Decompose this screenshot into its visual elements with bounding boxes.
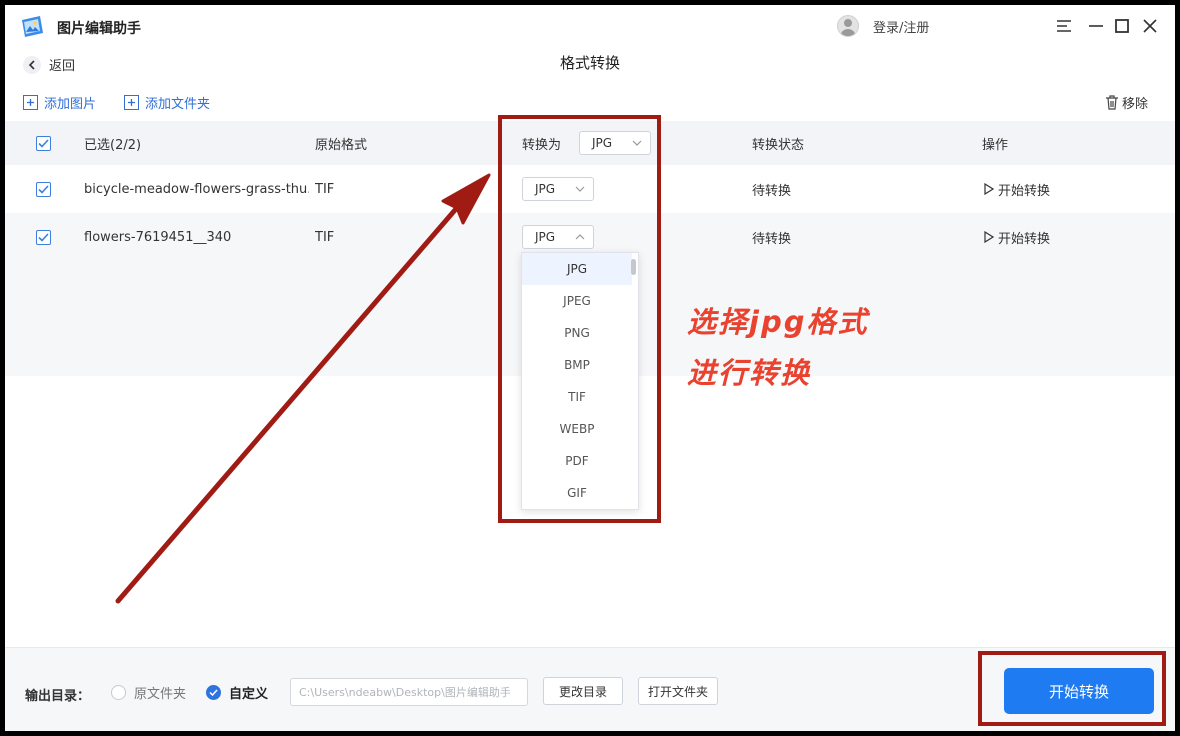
annotation-arrow-icon bbox=[115, 173, 491, 604]
annotation-text-line1: 选择jpg格式 bbox=[687, 305, 869, 339]
annotation-text-line2: 进行转换 bbox=[687, 356, 812, 390]
app-window: 图片编辑助手 登录/注册 返回 格式转换 添加图片 添加文件夹 移除 已选(2/… bbox=[5, 5, 1175, 731]
